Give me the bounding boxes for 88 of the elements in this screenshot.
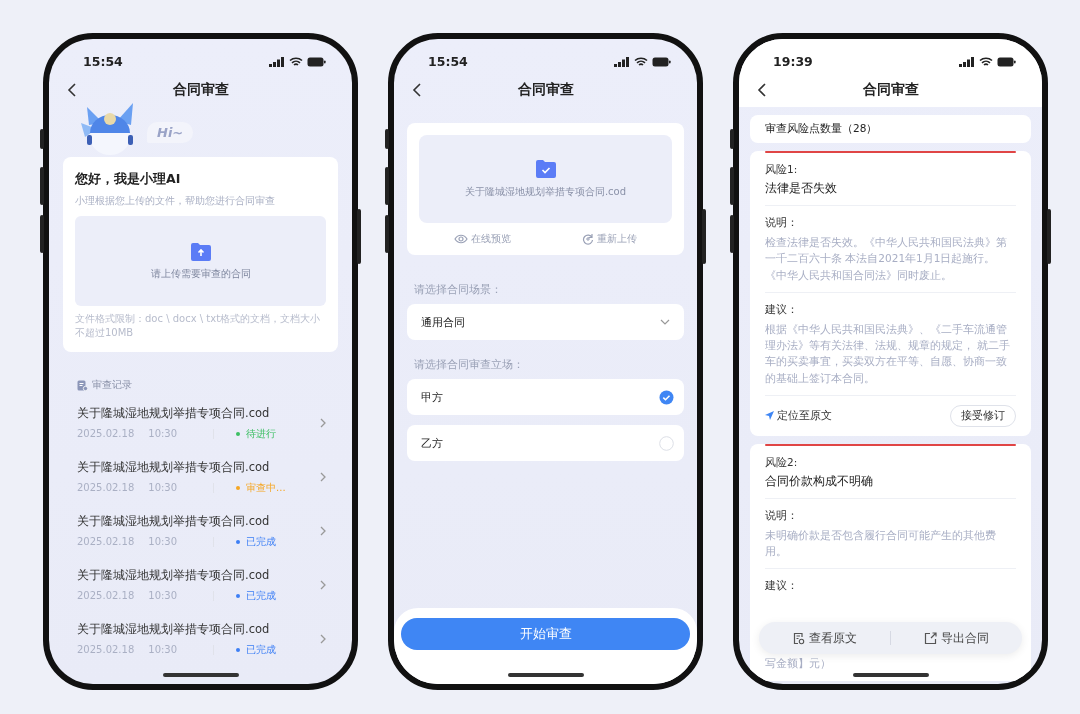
wifi-icon	[979, 56, 993, 67]
record-date: 2025.02.18	[77, 590, 135, 601]
suggestion-text: 写金额】元）	[765, 656, 832, 672]
explanation-text: 检查法律是否失效。《中华人民共和国民法典》第一千二百六十条 本法自2021年1月1日起施行。《中华人民共和国合同法》同时废止。	[765, 235, 1008, 283]
record-name: 关于隆城湿地规划举措专项合同.cod	[77, 459, 271, 475]
risk-count: 审查风险点数量（28）	[750, 115, 1031, 143]
intro-text: 小理根据您上传的文件，帮助您进行合同审查	[75, 194, 276, 208]
view-button[interactable]: 查看原文	[759, 629, 890, 647]
record-item[interactable]: 关于隆城湿地规划举措专项合同.cod 2025.02.18 10:30 待进行	[49, 396, 352, 450]
record-item[interactable]: 关于隆城湿地规划举措专项合同.cod 2025.02.18 10:30 已完成	[49, 558, 352, 612]
chevron-right-icon	[320, 634, 326, 644]
record-time: 10:30	[148, 536, 178, 547]
risk-title: 法律是否失效	[765, 181, 838, 196]
file-check-icon	[534, 159, 557, 179]
record-date: 2025.02.18	[77, 644, 135, 655]
upload-folder-icon	[189, 241, 212, 262]
radio-button[interactable]	[659, 435, 674, 451]
status-time: 15:54	[83, 54, 123, 69]
record-status: 审查中...	[246, 480, 286, 495]
chevron-right-icon	[320, 580, 326, 590]
chevron-down-icon	[660, 319, 670, 325]
stance-option[interactable]: 甲方	[407, 379, 684, 415]
document-icon	[792, 631, 805, 645]
risk-label: 风险1:	[765, 163, 799, 177]
greeting-heading: 您好，我是小理AI	[75, 171, 182, 188]
explanation-label: 说明：	[765, 216, 799, 230]
record-item[interactable]: 关于隆城湿地规划举措专项合同.cod 2025.02.18 10:30 已完成	[49, 504, 352, 558]
explanation-text: 未明确价款是否包含履行合同可能产生的其他费用。	[765, 527, 997, 560]
record-status: 已完成	[246, 534, 277, 549]
record-name: 关于隆城湿地规划举措专项合同.cod	[77, 405, 271, 421]
chevron-right-icon	[320, 472, 326, 482]
location-arrow-icon	[765, 411, 774, 421]
record-name: 关于隆城湿地规划举措专项合同.cod	[77, 621, 271, 637]
locate-link[interactable]: 定位至原文	[765, 408, 832, 423]
accept-button[interactable]: 接受修订	[950, 404, 1016, 427]
page-title: 合同审查	[172, 81, 229, 99]
risk-label: 风险2:	[765, 455, 799, 470]
record-status: 待进行	[246, 426, 277, 441]
record-date: 2025.02.18	[77, 536, 135, 547]
record-time: 10:30	[148, 644, 178, 655]
wifi-icon	[634, 56, 648, 67]
wifi-icon	[289, 56, 303, 67]
chevron-right-icon	[320, 418, 326, 428]
record-time: 10:30	[148, 482, 178, 493]
back-icon[interactable]	[412, 83, 421, 97]
signal-icon	[269, 56, 285, 67]
start-review-button[interactable]: 开始审查	[401, 618, 690, 650]
signal-icon	[614, 56, 630, 67]
signal-icon	[959, 56, 975, 67]
record-date: 2025.02.18	[77, 428, 135, 439]
file-name: 关于隆城湿地规划举措专项合同.cod	[464, 185, 627, 199]
record-icon	[77, 379, 88, 391]
risk-title: 合同价款构成不明确	[765, 473, 874, 489]
record-item[interactable]: 关于隆城湿地规划举措专项合同.cod 2025.02.18 10:30 审查中...	[49, 450, 352, 504]
status-time: 19:39	[773, 54, 813, 69]
record-name: 关于隆城湿地规划举措专项合同.cod	[77, 513, 271, 529]
scene-label: 请选择合同场景：	[414, 283, 503, 297]
record-name: 关于隆城湿地规划举措专项合同.cod	[77, 567, 271, 583]
suggestion-text: 根据《中华人民共和国民法典》、《二手车流通管理办法》等有关法律、法规、规章的规定， 就二手车的买卖事宜，买卖双方在平等、自愿、协商一致的基础上签订本合同。	[765, 321, 1012, 386]
eye-icon	[454, 234, 469, 244]
refresh-icon	[581, 233, 594, 245]
record-item[interactable]: 关于隆城湿地规划举措专项合同.cod 2025.02.18 10:30 已完成	[49, 612, 352, 666]
greeting-bubble: Hi~	[147, 122, 194, 143]
status-time: 15:54	[428, 54, 468, 69]
back-icon[interactable]	[67, 83, 76, 97]
record-date: 2025.02.18	[77, 482, 135, 493]
chevron-right-icon	[320, 526, 326, 536]
record-time: 10:30	[148, 428, 178, 439]
record-time: 10:30	[148, 590, 178, 601]
suggestion-label: 建议：	[765, 302, 799, 317]
battery-icon	[997, 56, 1016, 67]
export-icon	[924, 631, 937, 645]
stance-label: 请选择合同审查立场：	[414, 358, 525, 372]
page-title: 合同审查	[517, 81, 574, 99]
export-button[interactable]: 导出合同	[891, 629, 1022, 647]
suggestion-label: 建议：	[765, 579, 799, 594]
format-note: 文件格式限制：doc \ docx \ txt格式的文档，文档大小不超过10MB	[75, 312, 322, 340]
scene-dropdown[interactable]: 通用合同	[407, 304, 684, 340]
battery-icon	[307, 56, 326, 67]
record-status: 已完成	[246, 588, 277, 603]
stance-option[interactable]: 乙方	[407, 425, 684, 461]
record-status: 已完成	[246, 642, 277, 657]
explanation-label: 说明：	[765, 508, 799, 523]
back-icon[interactable]	[757, 83, 766, 97]
battery-icon	[652, 56, 671, 67]
page-title: 合同审查	[862, 81, 919, 99]
records-heading: 审查记录	[92, 378, 132, 392]
radio-checked[interactable]	[659, 389, 674, 405]
